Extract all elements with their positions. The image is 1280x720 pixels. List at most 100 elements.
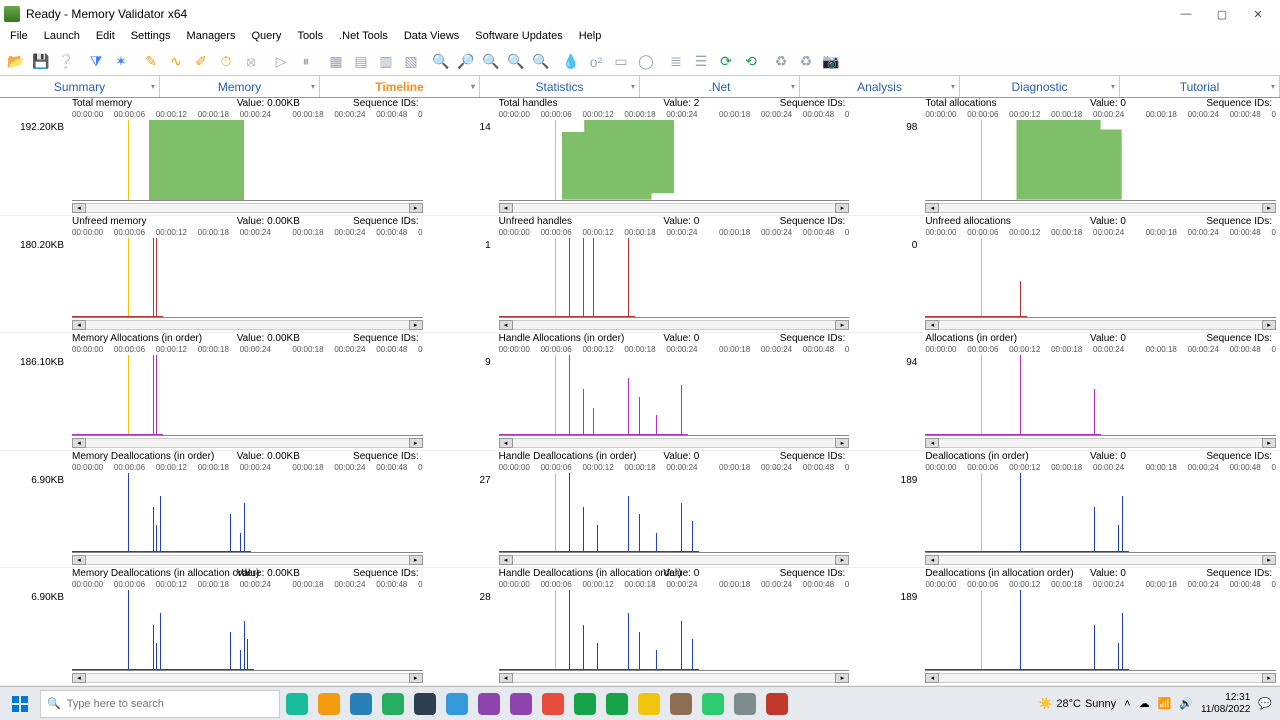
taskbar-app-4[interactable] <box>410 689 440 719</box>
wifi-icon[interactable]: 📶 <box>1158 697 1172 710</box>
scroll-left-icon[interactable]: ◂ <box>925 555 939 565</box>
tab-memory[interactable]: Memory▾ <box>160 76 320 97</box>
wand-icon[interactable]: ✎ <box>139 50 163 74</box>
menu-query[interactable]: Query <box>243 28 289 48</box>
scroll-left-icon[interactable]: ◂ <box>925 320 939 330</box>
system-tray[interactable]: ☀️ 28°C Sunny ˄ ☁ 📶 🔊 12:3111/08/2022 💬 <box>1039 692 1278 716</box>
pause-icon[interactable]: ⏸ <box>294 50 318 74</box>
menu-dataviews[interactable]: Data Views <box>396 28 467 48</box>
grid4-icon[interactable]: ▧ <box>399 50 423 74</box>
maximize-button[interactable]: ▢ <box>1204 3 1240 25</box>
scroll-right-icon[interactable]: ▸ <box>835 203 849 213</box>
scroll-left-icon[interactable]: ◂ <box>72 673 86 683</box>
tab-summary[interactable]: Summary▾ <box>0 76 160 97</box>
tray-cloud-icon[interactable]: ☁ <box>1139 697 1150 710</box>
chart-scrollbar[interactable]: ◂▸ <box>499 673 850 683</box>
refresh-icon[interactable]: ⟳ <box>714 50 738 74</box>
menu-managers[interactable]: Managers <box>179 28 244 48</box>
scroll-right-icon[interactable]: ▸ <box>409 320 423 330</box>
chart-scrollbar[interactable]: ◂▸ <box>72 320 423 330</box>
drop1-icon[interactable]: 💧 <box>559 50 583 74</box>
zoom-out-icon[interactable]: 🔍 <box>479 50 503 74</box>
start-button[interactable] <box>2 689 38 719</box>
close-button[interactable]: ✕ <box>1240 3 1276 25</box>
taskbar-app-5[interactable] <box>442 689 472 719</box>
tab-timeline[interactable]: Timeline▾ <box>320 76 480 97</box>
tab-net[interactable]: .Net▾ <box>640 76 800 97</box>
scroll-right-icon[interactable]: ▸ <box>1262 438 1276 448</box>
menu-help[interactable]: Help <box>571 28 610 48</box>
scroll-right-icon[interactable]: ▸ <box>835 673 849 683</box>
tab-diagnostic[interactable]: Diagnostic▾ <box>960 76 1120 97</box>
grid3-icon[interactable]: ▥ <box>374 50 398 74</box>
scroll-left-icon[interactable]: ◂ <box>72 438 86 448</box>
taskbar-app-15[interactable] <box>762 689 792 719</box>
scroll-right-icon[interactable]: ▸ <box>1262 320 1276 330</box>
scroll-right-icon[interactable]: ▸ <box>1262 555 1276 565</box>
save-icon[interactable]: 💾 <box>29 50 53 74</box>
taskbar-app-8[interactable] <box>538 689 568 719</box>
scroll-left-icon[interactable]: ◂ <box>925 203 939 213</box>
tab-analysis[interactable]: Analysis▾ <box>800 76 960 97</box>
notifications-icon[interactable]: 💬 <box>1258 697 1272 710</box>
menu-file[interactable]: File <box>2 28 36 48</box>
minimize-button[interactable]: — <box>1168 3 1204 25</box>
chart-scrollbar[interactable]: ◂▸ <box>925 203 1276 213</box>
taskbar-app-10[interactable] <box>602 689 632 719</box>
grid1-icon[interactable]: ▦ <box>324 50 348 74</box>
chart-scrollbar[interactable]: ◂▸ <box>925 438 1276 448</box>
scroll-right-icon[interactable]: ▸ <box>835 438 849 448</box>
taskbar-app-11[interactable] <box>634 689 664 719</box>
pen-icon[interactable]: ✐ <box>189 50 213 74</box>
chart-scrollbar[interactable]: ◂▸ <box>72 673 423 683</box>
refresh2-icon[interactable]: ⟲ <box>739 50 763 74</box>
open-icon[interactable]: 📂 <box>4 50 28 74</box>
taskbar-app-2[interactable] <box>346 689 376 719</box>
scroll-right-icon[interactable]: ▸ <box>409 555 423 565</box>
zoom-in-icon[interactable]: 🔎 <box>454 50 478 74</box>
list-icon[interactable]: ☰ <box>689 50 713 74</box>
scroll-left-icon[interactable]: ◂ <box>925 673 939 683</box>
menu-edit[interactable]: Edit <box>88 28 123 48</box>
scroll-left-icon[interactable]: ◂ <box>72 320 86 330</box>
settings-icon[interactable]: ✶ <box>109 50 133 74</box>
taskbar-app-13[interactable] <box>698 689 728 719</box>
help-icon[interactable]: ❔ <box>54 50 78 74</box>
chart-scrollbar[interactable]: ◂▸ <box>72 438 423 448</box>
chart-scrollbar[interactable]: ◂▸ <box>499 203 850 213</box>
scroll-left-icon[interactable]: ◂ <box>499 555 513 565</box>
recycle1-icon[interactable]: ♻ <box>769 50 793 74</box>
chart-scrollbar[interactable]: ◂▸ <box>72 203 423 213</box>
chart-scrollbar[interactable]: ◂▸ <box>499 555 850 565</box>
ring-icon[interactable]: ◯ <box>634 50 658 74</box>
bars-icon[interactable]: ≣ <box>664 50 688 74</box>
chart-scrollbar[interactable]: ◂▸ <box>925 555 1276 565</box>
scroll-left-icon[interactable]: ◂ <box>499 203 513 213</box>
recycle2-icon[interactable]: ♻ <box>794 50 818 74</box>
taskbar-app-6[interactable] <box>474 689 504 719</box>
box-icon[interactable]: ▭ <box>609 50 633 74</box>
timer-icon[interactable]: ⏱ <box>214 50 238 74</box>
scroll-right-icon[interactable]: ▸ <box>1262 203 1276 213</box>
chart-scrollbar[interactable]: ◂▸ <box>925 320 1276 330</box>
zoom-sel-icon[interactable]: 🔍 <box>529 50 553 74</box>
scroll-left-icon[interactable]: ◂ <box>72 203 86 213</box>
scroll-right-icon[interactable]: ▸ <box>409 438 423 448</box>
tray-chevron-icon[interactable]: ˄ <box>1124 698 1130 710</box>
chart-scrollbar[interactable]: ◂▸ <box>499 320 850 330</box>
taskbar-app-12[interactable] <box>666 689 696 719</box>
zoom-icon[interactable]: 🔍 <box>429 50 453 74</box>
scroll-left-icon[interactable]: ◂ <box>72 555 86 565</box>
zoom-fit-icon[interactable]: 🔍 <box>504 50 528 74</box>
taskbar-app-9[interactable] <box>570 689 600 719</box>
taskbar-app-3[interactable] <box>378 689 408 719</box>
scroll-right-icon[interactable]: ▸ <box>835 555 849 565</box>
chart-scrollbar[interactable]: ◂▸ <box>499 438 850 448</box>
volume-icon[interactable]: 🔊 <box>1179 697 1193 710</box>
taskbar-search[interactable]: 🔍 Type here to search <box>40 690 280 718</box>
scroll-left-icon[interactable]: ◂ <box>499 673 513 683</box>
grid2-icon[interactable]: ▤ <box>349 50 373 74</box>
menu-launch[interactable]: Launch <box>36 28 88 48</box>
filter-icon[interactable]: ⧩ <box>84 50 108 74</box>
play-icon[interactable]: ▷ <box>269 50 293 74</box>
